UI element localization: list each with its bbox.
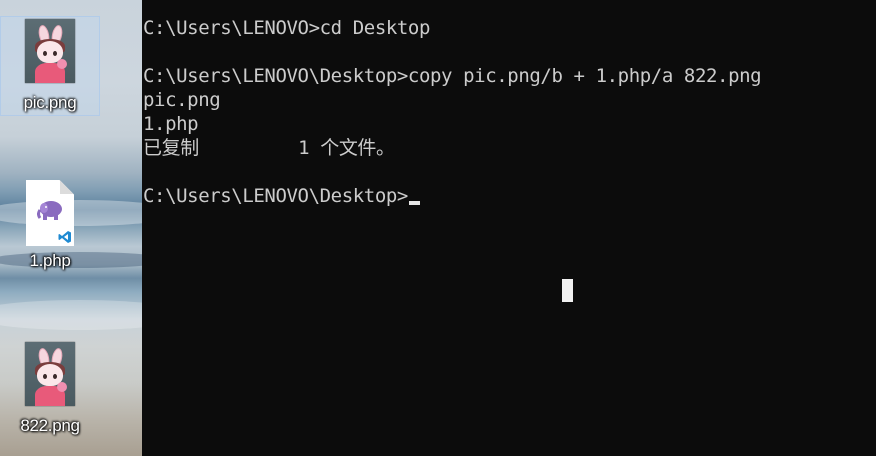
text-cursor bbox=[408, 201, 420, 205]
desktop-icon-1-php[interactable]: 1.php bbox=[0, 180, 100, 276]
image-thumbnail-icon bbox=[25, 342, 75, 406]
console-line: 1.php bbox=[143, 113, 199, 135]
ime-caret bbox=[562, 279, 573, 302]
wallpaper-wave bbox=[0, 300, 142, 330]
php-elephant-icon bbox=[37, 201, 62, 220]
image-thumbnail-icon bbox=[25, 19, 75, 83]
desktop-icon-label: 1.php bbox=[29, 251, 71, 270]
console-line: C:\Users\LENOVO>cd Desktop bbox=[143, 17, 431, 39]
command-prompt-window[interactable]: C:\Users\LENOVO>cd Desktop C:\Users\LENO… bbox=[142, 0, 876, 456]
console-line: pic.png bbox=[143, 89, 221, 111]
desktop-wallpaper: pic.png 1.php 822.png bbox=[0, 0, 142, 456]
desktop-icon-label: 822.png bbox=[20, 416, 80, 435]
console-line: C:\Users\LENOVO\Desktop>copy pic.png/b +… bbox=[143, 65, 762, 87]
console-line: 已复制 1 个文件。 bbox=[143, 137, 395, 159]
vscode-badge-icon bbox=[58, 231, 71, 243]
desktop-icon-label: pic.png bbox=[23, 93, 77, 112]
console-prompt-line[interactable]: C:\Users\LENOVO\Desktop> bbox=[143, 184, 420, 208]
desktop-icon-pic-png[interactable]: pic.png bbox=[0, 16, 100, 116]
desktop-icon-822-png[interactable]: 822.png bbox=[0, 342, 100, 442]
console-prompt: C:\Users\LENOVO\Desktop> bbox=[143, 185, 408, 207]
php-file-icon bbox=[26, 180, 74, 246]
